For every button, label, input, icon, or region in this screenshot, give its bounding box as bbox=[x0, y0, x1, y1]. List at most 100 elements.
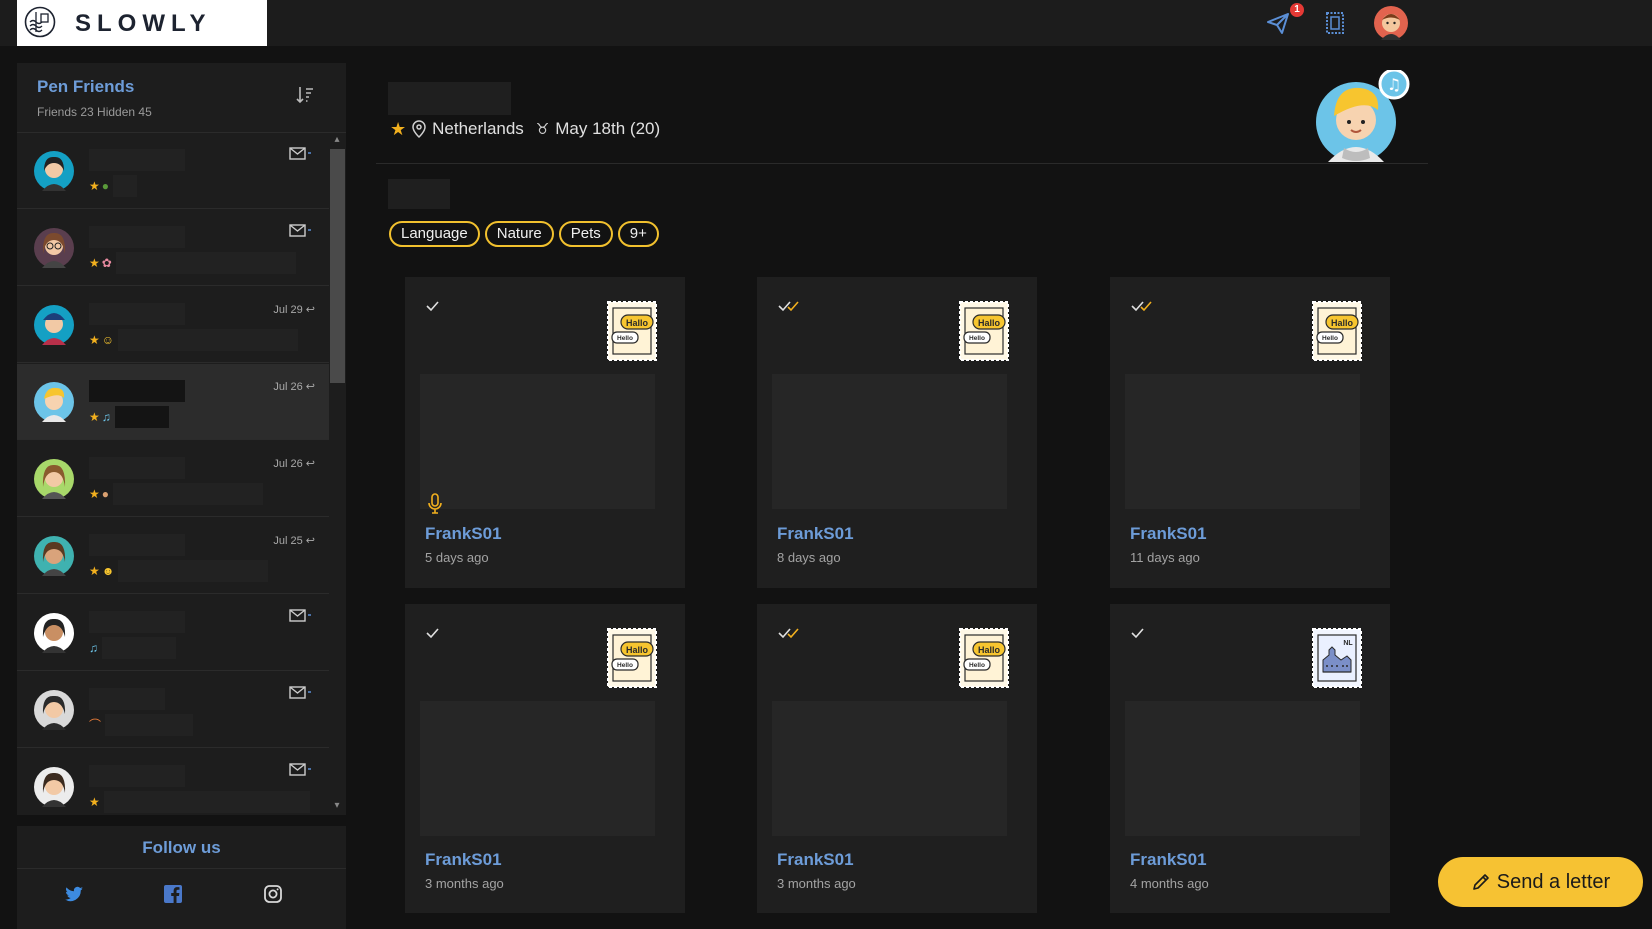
hallo-hello-stamp-icon: Hallo Hello bbox=[1312, 301, 1362, 361]
friend-item[interactable]: Jul 26 ↩ ★ ● bbox=[17, 441, 329, 517]
friend-item-selected[interactable]: Jul 26 ↩ ★ ♫ bbox=[17, 364, 329, 440]
friend-item[interactable]: ⌒ bbox=[17, 672, 329, 748]
double-check-icon bbox=[778, 628, 799, 639]
reply-icon: ↩ bbox=[305, 535, 315, 547]
single-check-icon bbox=[426, 628, 439, 639]
mail-icon[interactable] bbox=[289, 608, 313, 624]
follow-us-title: Follow us bbox=[142, 838, 221, 857]
letter-author[interactable]: FrankS01 bbox=[1130, 524, 1207, 544]
double-check-icon bbox=[1131, 301, 1152, 312]
letter-card[interactable]: Hallo Hello FrankS01 3 months ago bbox=[757, 604, 1037, 913]
send-letter-label: Send a letter bbox=[1496, 870, 1611, 893]
pen-friends-header: Pen Friends Friends 23 Hidden 45 bbox=[17, 63, 346, 133]
letter-author[interactable]: FrankS01 bbox=[777, 850, 854, 870]
stamp-hello-text: Hello bbox=[617, 335, 633, 342]
send-letter-button[interactable]: Send a letter bbox=[1438, 857, 1643, 907]
friend-name-hidden bbox=[89, 688, 165, 710]
friend-name-hidden bbox=[89, 765, 185, 787]
single-check-icon bbox=[426, 301, 439, 312]
mail-icon[interactable] bbox=[289, 223, 313, 239]
letter-card[interactable]: Hallo Hello FrankS01 5 days ago bbox=[405, 277, 685, 588]
scrollbar-thumb[interactable] bbox=[330, 149, 345, 383]
friend-avatar bbox=[34, 690, 74, 730]
hallo-hello-stamp-icon: Hallo Hello bbox=[607, 628, 657, 688]
instagram-icon[interactable] bbox=[263, 884, 283, 904]
friend-item[interactable]: Jul 29 ↩ ★ ☺ bbox=[17, 287, 329, 363]
last-letter-date: Jul 29 ↩ bbox=[273, 304, 315, 316]
stamp-collection-icon[interactable] bbox=[1320, 8, 1350, 38]
mail-icon[interactable] bbox=[289, 146, 313, 162]
divider bbox=[17, 868, 346, 869]
letter-time: 4 months ago bbox=[1130, 876, 1209, 891]
letter-card[interactable]: NL FrankS01 4 months ago bbox=[1110, 604, 1390, 913]
tag-language[interactable]: Language bbox=[389, 221, 480, 247]
letter-author[interactable]: FrankS01 bbox=[425, 524, 502, 544]
last-letter-date: Jul 25 ↩ bbox=[273, 535, 315, 547]
profile-avatar[interactable]: ♫ bbox=[1314, 70, 1410, 166]
letter-card[interactable]: Hallo Hello FrankS01 11 days ago bbox=[1110, 277, 1390, 588]
send-plane-icon[interactable] bbox=[1263, 8, 1293, 38]
letter-preview-hidden bbox=[113, 175, 138, 197]
svg-text:♫: ♫ bbox=[1387, 75, 1401, 94]
reply-icon: ↩ bbox=[305, 458, 315, 470]
letter-preview-hidden bbox=[102, 637, 176, 659]
letter-author[interactable]: FrankS01 bbox=[425, 850, 502, 870]
pen-friends-title: Pen Friends bbox=[37, 77, 135, 96]
star-icon: ★ bbox=[89, 179, 100, 193]
hallo-hello-stamp-icon: Hallo Hello bbox=[607, 301, 657, 361]
letter-preview bbox=[420, 374, 655, 509]
profile-divider bbox=[376, 163, 1428, 164]
palette-icon: ● bbox=[101, 487, 110, 501]
friend-avatar bbox=[34, 151, 74, 191]
reply-icon: ↩ bbox=[305, 381, 315, 393]
facebook-icon[interactable] bbox=[163, 884, 183, 904]
flower-icon: ✿ bbox=[101, 256, 112, 270]
friend-item[interactable]: ★ ✿ bbox=[17, 210, 329, 286]
pencil-icon bbox=[1472, 874, 1489, 890]
friend-item[interactable]: ★ bbox=[17, 749, 329, 815]
friend-item[interactable]: ★ ● bbox=[17, 133, 329, 209]
user-avatar[interactable] bbox=[1374, 6, 1408, 40]
smile-emoji-icon: ☺ bbox=[101, 333, 115, 347]
letter-author[interactable]: FrankS01 bbox=[1130, 850, 1207, 870]
sort-icon[interactable] bbox=[295, 85, 315, 105]
friend-item[interactable]: ♫ bbox=[17, 595, 329, 671]
profile-info-line: ★ Netherlands ♉ May 18th (20) bbox=[390, 118, 660, 140]
hallo-hello-stamp-icon: Hallo Hello bbox=[959, 301, 1009, 361]
letter-preview bbox=[1125, 374, 1360, 509]
stamp-hallo-text: Hallo bbox=[978, 645, 1001, 655]
letter-card[interactable]: Hallo Hello FrankS01 8 days ago bbox=[757, 277, 1037, 588]
friend-name-hidden bbox=[89, 611, 185, 633]
twitter-icon[interactable] bbox=[64, 884, 84, 904]
letter-author[interactable]: FrankS01 bbox=[777, 524, 854, 544]
follow-us-panel: Follow us bbox=[17, 826, 346, 929]
mail-icon[interactable] bbox=[289, 762, 313, 778]
location-pin-icon bbox=[412, 120, 426, 138]
single-check-icon bbox=[1131, 628, 1144, 639]
scroll-up-arrow-icon[interactable]: ▴ bbox=[332, 135, 342, 145]
profile-name-hidden bbox=[388, 82, 511, 115]
tag-pets[interactable]: Pets bbox=[558, 221, 613, 247]
slowly-logo-icon bbox=[24, 6, 56, 38]
scroll-down-arrow-icon[interactable]: ▾ bbox=[332, 801, 342, 811]
friend-name-hidden bbox=[89, 380, 185, 402]
letter-time: 3 months ago bbox=[425, 876, 504, 891]
friend-name-hidden bbox=[89, 149, 185, 171]
letter-card[interactable]: Hallo Hello FrankS01 3 months ago bbox=[405, 604, 685, 913]
app-logo[interactable]: SLOWLY bbox=[17, 0, 267, 46]
friend-item[interactable]: Jul 25 ↩ ★ ☻ bbox=[17, 518, 329, 594]
nl-building-stamp-icon: NL bbox=[1312, 628, 1362, 688]
mail-icon[interactable] bbox=[289, 685, 313, 701]
letter-preview bbox=[772, 374, 1007, 509]
letter-preview-hidden bbox=[113, 483, 264, 505]
tag-nature[interactable]: Nature bbox=[484, 221, 554, 247]
tag-more[interactable]: 9+ bbox=[617, 221, 659, 247]
friend-interests: ★ ♫ bbox=[89, 406, 169, 428]
letter-preview-hidden bbox=[105, 714, 194, 736]
letter-preview bbox=[1125, 701, 1360, 836]
star-icon: ★ bbox=[89, 256, 100, 270]
reply-icon: ↩ bbox=[305, 304, 315, 316]
star-icon: ★ bbox=[89, 564, 100, 578]
microphone-icon bbox=[428, 493, 442, 514]
brand-name: SLOWLY bbox=[75, 10, 212, 37]
